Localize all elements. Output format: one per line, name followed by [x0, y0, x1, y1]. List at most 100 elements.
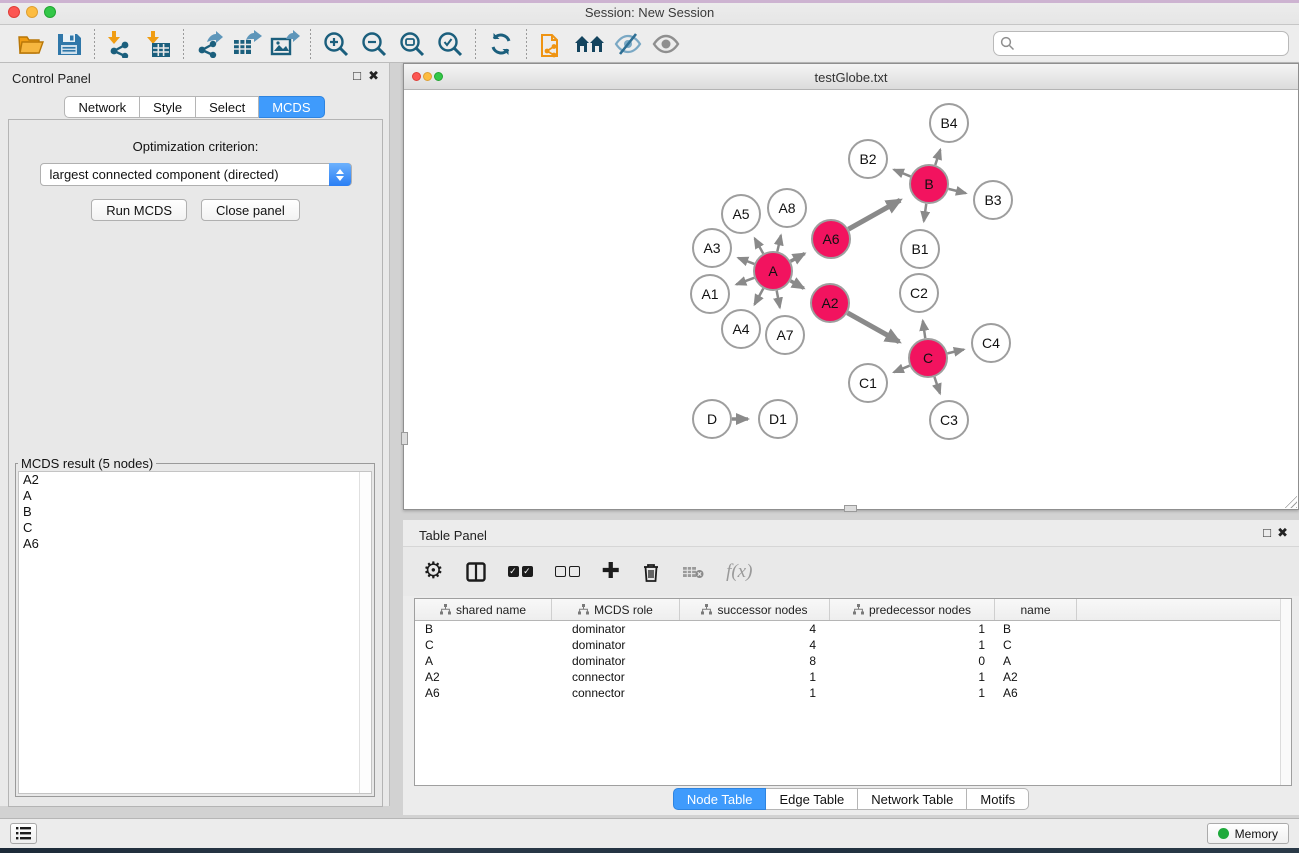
graph-edge-A2-C[interactable]	[847, 313, 899, 342]
graph-edge-A-A6[interactable]	[791, 253, 805, 261]
show-columns-icon[interactable]	[466, 562, 486, 582]
graph-node-C4[interactable]: C4	[972, 324, 1010, 362]
graph-node-B2[interactable]: B2	[849, 140, 887, 178]
close-table-panel-icon[interactable]: ✖	[1277, 526, 1288, 540]
graph-edge-C-C4[interactable]	[947, 349, 963, 353]
graph-node-B[interactable]: B	[910, 165, 948, 203]
zoom-in-icon[interactable]	[317, 28, 355, 60]
tab-network[interactable]: Network	[64, 96, 140, 118]
graph-node-A7[interactable]: A7	[766, 316, 804, 354]
graph-edge-A-A4[interactable]	[755, 289, 764, 305]
tab-select[interactable]: Select	[196, 96, 259, 118]
delete-column-icon[interactable]	[642, 562, 660, 582]
graph-node-A8[interactable]: A8	[768, 189, 806, 227]
open-session-icon[interactable]	[12, 28, 50, 60]
graph-edge-B-B2[interactable]	[894, 170, 911, 177]
mcds-result-item[interactable]: A6	[19, 536, 371, 552]
tab-edge-table[interactable]: Edge Table	[766, 788, 858, 810]
run-mcds-button[interactable]: Run MCDS	[91, 199, 187, 221]
zoom-out-icon[interactable]	[355, 28, 393, 60]
zoom-selected-icon[interactable]	[431, 28, 469, 60]
graph-node-C1[interactable]: C1	[849, 364, 887, 402]
graph-node-A4[interactable]: A4	[722, 310, 760, 348]
new-network-from-selection-icon[interactable]	[533, 28, 571, 60]
mcds-result-list[interactable]: A2ABCA6	[18, 471, 372, 794]
network-canvas[interactable]: B4 B2 B B3 A5A8A6 A3 B1 A A1 C2 A2 A4A7 C4 C C1 C3 D D1	[404, 90, 1298, 509]
graph-edge-B-B1[interactable]	[924, 204, 926, 221]
float-table-panel-icon[interactable]: □	[1263, 526, 1271, 540]
window-left-grip[interactable]	[401, 432, 408, 445]
graph-node-A2[interactable]: A2	[811, 284, 849, 322]
tab-style[interactable]: Style	[140, 96, 196, 118]
column-header-shared-name[interactable]: shared name	[415, 599, 552, 620]
table-row[interactable]: Bdominator41B	[415, 621, 1291, 637]
graph-node-D1[interactable]: D1	[759, 400, 797, 438]
select-all-columns-icon[interactable]	[508, 566, 533, 577]
graph-edge-A-A1[interactable]	[736, 278, 754, 285]
export-image-icon[interactable]	[266, 28, 304, 60]
table-settings-icon[interactable]: ⚙	[423, 560, 444, 583]
graph-node-B3[interactable]: B3	[974, 181, 1012, 219]
column-header-successor-nodes[interactable]: successor nodes	[680, 599, 830, 620]
graph-node-B1[interactable]: B1	[901, 230, 939, 268]
function-builder-icon[interactable]: f(x)	[726, 561, 752, 583]
graph-edge-B-B4[interactable]	[935, 150, 940, 165]
search-input[interactable]	[993, 31, 1289, 56]
table-scrollbar[interactable]	[1280, 599, 1291, 785]
graph-edge-A-A8[interactable]	[777, 235, 781, 251]
graph-node-A[interactable]: A	[754, 252, 792, 290]
graph-edge-B-B3[interactable]	[948, 189, 965, 193]
import-network-icon[interactable]	[101, 28, 139, 60]
deselect-all-columns-icon[interactable]	[555, 566, 580, 577]
column-header-MCDS-role[interactable]: MCDS role	[552, 599, 680, 620]
table-row[interactable]: Adominator80A	[415, 653, 1291, 669]
first-neighbors-icon[interactable]	[571, 28, 609, 60]
column-header-predecessor-nodes[interactable]: predecessor nodes	[830, 599, 995, 620]
window-bottom-grip[interactable]	[844, 505, 857, 512]
refresh-icon[interactable]	[482, 28, 520, 60]
graph-edge-A-A2[interactable]	[790, 281, 803, 289]
graph-node-C3[interactable]: C3	[930, 401, 968, 439]
mcds-result-item[interactable]: A	[19, 488, 371, 504]
graph-edge-C-C1[interactable]	[894, 366, 910, 373]
import-table-icon[interactable]	[139, 28, 177, 60]
graph-node-B4[interactable]: B4	[930, 104, 968, 142]
graph-edge-C-C2[interactable]	[923, 321, 925, 338]
mcds-result-item[interactable]: B	[19, 504, 371, 520]
graph-node-A5[interactable]: A5	[722, 195, 760, 233]
show-all-icon[interactable]	[647, 28, 685, 60]
create-column-icon[interactable]: ✚	[602, 561, 620, 583]
criterion-dropdown[interactable]: largest connected component (directed)	[40, 163, 352, 186]
task-history-button[interactable]	[10, 823, 37, 844]
table-row[interactable]: A6connector11A6	[415, 685, 1291, 701]
tab-mcds[interactable]: MCDS	[259, 96, 324, 118]
mcds-result-item[interactable]: A2	[19, 472, 371, 488]
network-window-titlebar[interactable]: testGlobe.txt	[404, 64, 1298, 90]
tab-network-table[interactable]: Network Table	[858, 788, 967, 810]
graph-node-A3[interactable]: A3	[693, 229, 731, 267]
graph-edge-A6-B[interactable]	[848, 200, 900, 229]
save-session-icon[interactable]	[50, 28, 88, 60]
graph-node-C2[interactable]: C2	[900, 274, 938, 312]
tab-motifs[interactable]: Motifs	[967, 788, 1029, 810]
graph-edge-A-A3[interactable]	[738, 258, 754, 264]
graph-node-A6[interactable]: A6	[812, 220, 850, 258]
graph-node-C[interactable]: C	[909, 339, 947, 377]
hide-selected-icon[interactable]	[609, 28, 647, 60]
zoom-fit-icon[interactable]	[393, 28, 431, 60]
close-panel-icon[interactable]: ✖	[368, 69, 379, 83]
tab-node-table[interactable]: Node Table	[673, 788, 767, 810]
memory-button[interactable]: Memory	[1207, 823, 1289, 844]
graph-node-A1[interactable]: A1	[691, 275, 729, 313]
table-row[interactable]: A2connector11A2	[415, 669, 1291, 685]
export-network-icon[interactable]	[190, 28, 228, 60]
mcds-result-item[interactable]: C	[19, 520, 371, 536]
close-panel-button[interactable]: Close panel	[201, 199, 300, 221]
graph-edge-A-A5[interactable]	[755, 238, 764, 253]
float-panel-icon[interactable]: □	[353, 69, 361, 83]
graph-edge-C-C3[interactable]	[934, 377, 940, 394]
graph-node-D[interactable]: D	[693, 400, 731, 438]
table-row[interactable]: Cdominator41C	[415, 637, 1291, 653]
column-header-name[interactable]: name	[995, 599, 1077, 620]
mcds-list-scrollbar[interactable]	[359, 472, 371, 793]
